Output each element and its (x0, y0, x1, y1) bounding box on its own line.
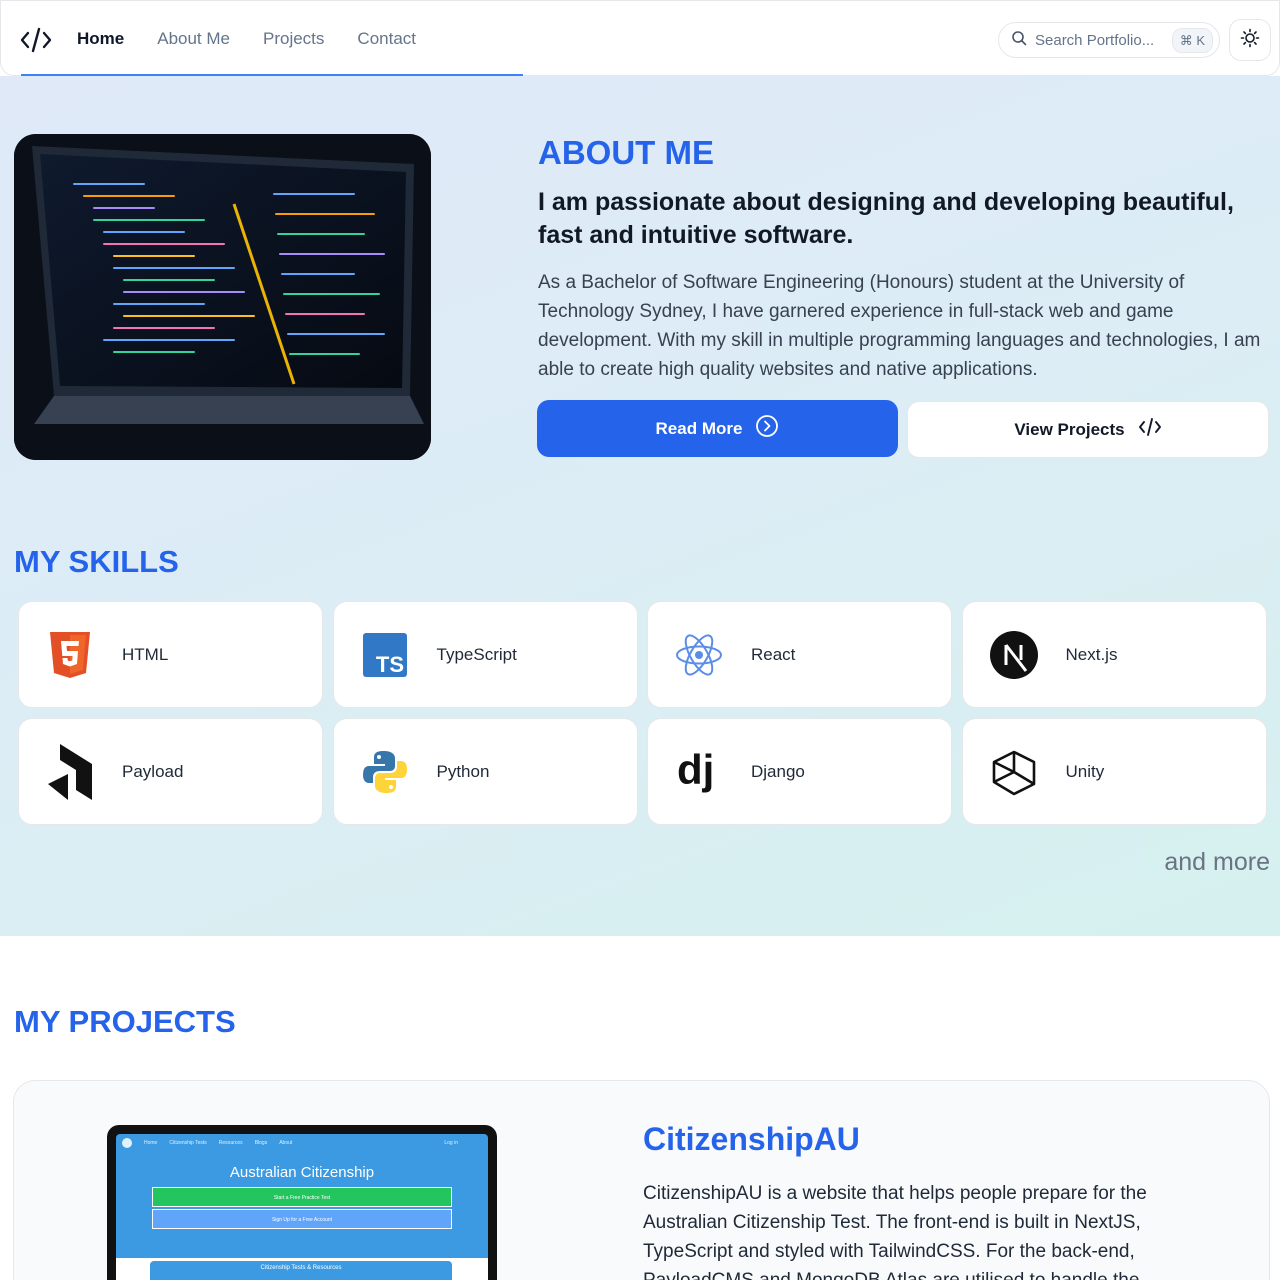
html5-icon (46, 631, 94, 679)
view-projects-label: View Projects (1014, 419, 1125, 439)
search-input[interactable]: Search Portfolio... ⌘ K (998, 22, 1220, 58)
payload-icon (46, 743, 94, 800)
about-headline: I am passionate about designing and deve… (538, 188, 1234, 249)
mini-nav-item: Home (144, 1140, 158, 1146)
search-placeholder: Search Portfolio... (1035, 31, 1155, 49)
typescript-icon: TS (361, 631, 409, 679)
skill-label: Next.js (1065, 644, 1118, 664)
unity-icon (990, 748, 1038, 796)
chevron-right-circle-icon (755, 414, 779, 443)
skill-label: Django (751, 761, 805, 781)
skill-card-payload: Payload (18, 718, 323, 825)
project-title[interactable]: CitizenshipAU (643, 1121, 860, 1158)
mini-nav-item: Citizenship Tests (169, 1140, 207, 1146)
skill-card-unity: Unity (961, 718, 1267, 825)
code-logo-icon[interactable] (19, 25, 53, 55)
mini-nav-item: Blogs (254, 1140, 268, 1146)
svg-text:dj: dj (677, 748, 714, 793)
skill-card-html: HTML (18, 601, 323, 708)
mini-logo-icon (122, 1138, 132, 1148)
about-body-text: As a Bachelor of Software Engineering (H… (538, 272, 1261, 380)
skill-label: Unity (1065, 761, 1105, 781)
project-screenshot-screen: Home Citizenship Tests Resources Blogs A… (116, 1134, 488, 1280)
read-more-label: Read More (655, 418, 743, 438)
skill-label: React (751, 644, 796, 664)
react-icon (675, 631, 723, 679)
theme-toggle-button[interactable] (1229, 19, 1271, 61)
skill-label: Python (436, 761, 490, 781)
skill-card-nextjs: Next.js (961, 601, 1267, 708)
scroll-progress-bar (21, 74, 523, 76)
django-icon: dj (675, 748, 723, 796)
view-projects-button[interactable]: View Projects (907, 401, 1269, 458)
search-shortcut-badge: ⌘ K (1171, 28, 1213, 53)
skill-card-django: dj Django (647, 718, 952, 825)
nav-about-me[interactable]: About Me (157, 29, 230, 49)
nav-links: Home About Me Projects Contact (77, 29, 416, 49)
top-navbar: Home About Me Projects Contact Search Po… (0, 0, 1280, 76)
project-screenshot: Home Citizenship Tests Resources Blogs A… (107, 1125, 497, 1280)
skill-card-python: Python (332, 718, 638, 825)
nav-home[interactable]: Home (77, 29, 124, 49)
mini-nav: Home Citizenship Tests Resources Blogs A… (116, 1134, 488, 1152)
skill-card-typescript: TS TypeScript (332, 601, 638, 708)
python-icon (361, 748, 409, 796)
mini-nav-item: Resources (218, 1140, 243, 1146)
project-description: CitizenshipAU is a website that helps pe… (643, 1183, 1147, 1280)
read-more-button[interactable]: Read More (537, 400, 898, 457)
nextjs-icon (989, 630, 1038, 679)
svg-text:TS: TS (375, 652, 403, 677)
mini-panel: Citizenship Tests & Resources (150, 1261, 452, 1280)
skills-grid: HTML TS TypeScript React Next.js Payload (18, 601, 1267, 825)
about-eyebrow-heading: ABOUT ME (538, 134, 714, 171)
mini-button-primary: Start a Free Practice Test (152, 1187, 452, 1207)
laptop-code-image (14, 134, 431, 460)
mini-nav-item: About (279, 1140, 293, 1146)
hero-section: ABOUT ME I am passionate about designing… (0, 76, 1280, 936)
mini-title: Australian Citizenship (229, 1164, 375, 1181)
mini-nav-item: Log in (444, 1140, 458, 1146)
code-icon (1138, 417, 1162, 442)
skill-label: TypeScript (436, 644, 517, 664)
nav-projects[interactable]: Projects (263, 29, 324, 49)
skill-label: Payload (122, 761, 184, 781)
project-card[interactable]: Home Citizenship Tests Resources Blogs A… (13, 1080, 1270, 1280)
projects-heading: MY PROJECTS (14, 1004, 236, 1039)
mini-button-secondary: Sign Up for a Free Account (152, 1209, 452, 1229)
search-icon (1011, 30, 1027, 50)
and-more-text: and more (1164, 848, 1270, 876)
nav-contact[interactable]: Contact (357, 29, 416, 49)
skill-card-react: React (647, 601, 952, 708)
skills-heading: MY SKILLS (14, 544, 179, 579)
skill-label: HTML (122, 644, 169, 664)
sun-icon (1240, 28, 1260, 53)
